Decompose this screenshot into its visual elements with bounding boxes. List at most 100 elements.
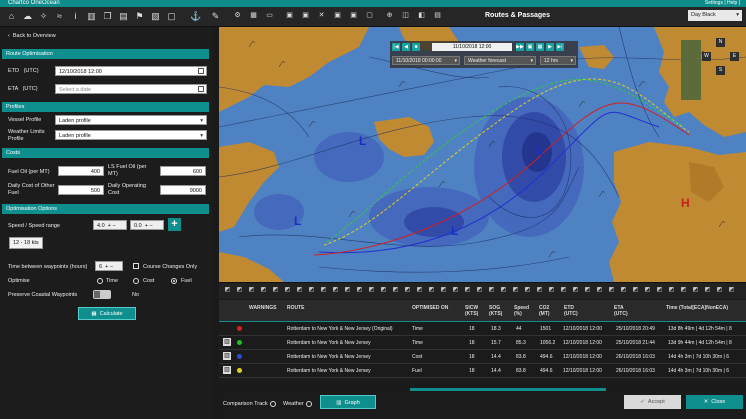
daily-operating-input[interactable]: 9000 [160,185,206,195]
layer4-icon[interactable]: ▣ [348,10,359,22]
measure-icon[interactable]: ◫ [400,10,411,22]
tool-36-icon[interactable]: ◩ [643,286,652,295]
eb-icon[interactable]: ▣ [284,10,295,22]
tool-11-icon[interactable]: ◩ [343,286,352,295]
book-icon[interactable]: ▧ [150,10,161,22]
tool-24-icon[interactable]: ◩ [499,286,508,295]
pan-left-button[interactable]: W [702,52,711,61]
save-button[interactable]: ▣ [526,43,534,51]
col-time[interactable]: Time (Total[ECA]NonECA) [666,305,746,311]
tool-15-icon[interactable]: ◩ [391,286,400,295]
anchor-icon[interactable]: ⚓ [190,10,201,22]
tool-38-icon[interactable]: ◩ [667,286,676,295]
etd-input[interactable]: 12/10/2018 12:00 [55,66,207,76]
speed-max-stepper[interactable]: 0.0 + − [130,220,164,230]
eta-input[interactable]: Select a date [55,84,207,94]
calculate-button[interactable]: ▦ Calculate [78,307,136,320]
tool-6-icon[interactable]: ◩ [283,286,292,295]
tool-21-icon[interactable]: ◩ [463,286,472,295]
tide-icon[interactable]: ≈ [54,10,65,22]
overlay-icon[interactable]: ◧ [416,10,427,22]
tool-30-icon[interactable]: ◩ [571,286,580,295]
tool-icon[interactable]: ✎ [210,10,221,22]
table-row[interactable]: ▥ Rotterdam to New York & New Jersey Fuel 1… [219,364,746,378]
delete-icon[interactable]: ▥ [223,366,231,374]
tool-2-icon[interactable]: ◩ [235,286,244,295]
compass-icon[interactable]: ✧ [38,10,49,22]
table-row[interactable]: ▥ Rotterdam to New York & New Jersey Cost 1… [219,350,746,364]
pan-right-button[interactable]: E [730,52,739,61]
calendar-button[interactable]: ▦ [536,43,544,51]
timeline-date[interactable]: 11/10/2018 12:00 [432,43,512,51]
tool-23-icon[interactable]: ◩ [487,286,496,295]
tool-5-icon[interactable]: ◩ [271,286,280,295]
col-etd[interactable]: ETD (UTC) [564,305,588,317]
stop-button[interactable]: ■ [412,43,420,51]
tool-37-icon[interactable]: ◩ [655,286,664,295]
back-to-overview-link[interactable]: ‹ Back to Overview [8,33,56,39]
table-row[interactable]: ▥ Rotterdam to New York & New Jersey Time 1… [219,336,746,350]
accept-button[interactable]: ✓ Accept [624,395,681,409]
tool-42-icon[interactable]: ◩ [715,286,724,295]
cross-icon[interactable]: ✕ [316,10,327,22]
pan-down-button[interactable]: S [716,66,725,75]
weather-limits-select[interactable]: Laden profile [55,130,207,141]
tool-20-icon[interactable]: ◩ [451,286,460,295]
col-warnings[interactable]: WARNINGS [249,305,277,311]
delete-icon[interactable]: ▥ [223,338,231,346]
tool-26-icon[interactable]: ◩ [523,286,532,295]
col-route[interactable]: ROUTE [287,305,305,311]
tool-4-icon[interactable]: ◩ [259,286,268,295]
tool-8-icon[interactable]: ◩ [307,286,316,295]
tool-9-icon[interactable]: ◩ [319,286,328,295]
zoom-icon[interactable]: ⊕ [384,10,395,22]
play-back-button[interactable]: ◀ [402,43,410,51]
delete-icon[interactable]: ▥ [223,352,231,360]
optimise-time-radio[interactable] [97,278,103,284]
comparison-track-toggle[interactable] [270,401,276,407]
layers-icon[interactable]: ❐ [102,10,113,22]
col-sicw[interactable]: SICW (KTS) [465,305,481,317]
tool-31-icon[interactable]: ◩ [583,286,592,295]
weather-icon[interactable]: ☁ [22,10,33,22]
map-icon[interactable]: ▤ [118,10,129,22]
table-scrollbar[interactable] [410,388,606,391]
tool-3-icon[interactable]: ◩ [247,286,256,295]
daily-other-fuel-input[interactable]: 500 [58,185,104,195]
tool-19-icon[interactable]: ◩ [439,286,448,295]
tool-39-icon[interactable]: ◩ [679,286,688,295]
optimise-cost-radio[interactable] [133,278,139,284]
weather-toggle[interactable] [306,401,312,407]
col-eta[interactable]: ETA (UTC) [614,305,638,317]
add-speed-button[interactable]: + [168,218,181,231]
vessel-profile-select[interactable]: Laden profile [55,115,207,126]
settings-help-links[interactable]: Settings | Help | [705,0,740,7]
step-select[interactable]: 12 hrs [540,56,576,66]
skip-back-button[interactable]: |◀ [392,43,400,51]
grid-icon[interactable]: ▦ [248,10,259,22]
timeline-date-select[interactable]: 11/10/2018 00:00:00 [392,56,460,66]
tool-43-icon[interactable]: ◩ [727,286,736,295]
col-speed[interactable]: Speed (%) [514,305,530,317]
lock-icon[interactable]: ▢ [364,10,375,22]
fuel-oil-input[interactable]: 400 [58,166,104,176]
play-forward-button[interactable]: ▶ [546,43,554,51]
tool-10-icon[interactable]: ◩ [331,286,340,295]
tool-35-icon[interactable]: ◩ [631,286,640,295]
gear-icon[interactable]: ⚙ [232,10,243,22]
layer-select[interactable]: Weather forecast [464,56,536,66]
tool-7-icon[interactable]: ◩ [295,286,304,295]
tool-12-icon[interactable]: ◩ [355,286,364,295]
tool-27-icon[interactable]: ◩ [535,286,544,295]
optimise-fuel-radio[interactable] [171,278,177,284]
tool-16-icon[interactable]: ◩ [403,286,412,295]
col-co2[interactable]: CO2 (MT) [539,305,555,317]
table-row[interactable]: Rotterdam to New York & New Jersey (Orig… [219,322,746,336]
tool-28-icon[interactable]: ◩ [547,286,556,295]
tool-14-icon[interactable]: ◩ [379,286,388,295]
tool-25-icon[interactable]: ◩ [511,286,520,295]
speed-min-stepper[interactable]: 4.0 + − [93,220,127,230]
tool-32-icon[interactable]: ◩ [595,286,604,295]
layer3-icon[interactable]: ▣ [332,10,343,22]
display-mode-select[interactable]: Day Black [688,10,742,21]
